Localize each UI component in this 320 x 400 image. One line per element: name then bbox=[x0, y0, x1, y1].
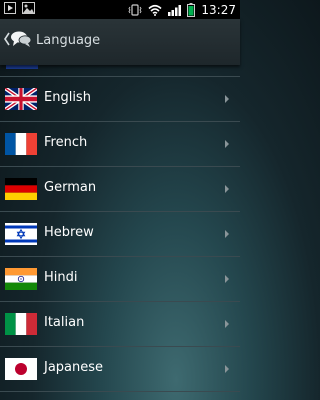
language-label: French bbox=[44, 135, 88, 150]
vibrate-icon bbox=[128, 3, 142, 16]
battery-icon bbox=[187, 2, 196, 17]
signal-icon bbox=[168, 4, 182, 16]
israel-flag-icon bbox=[5, 223, 37, 245]
speech-bubbles-icon bbox=[11, 31, 32, 47]
chevron-right-icon bbox=[225, 95, 229, 103]
language-list: English French German Hebrew Hindi Itali… bbox=[0, 65, 240, 392]
chevron-right-icon bbox=[225, 275, 229, 283]
uk-flag-icon bbox=[5, 88, 37, 110]
list-item-partial[interactable] bbox=[0, 65, 240, 77]
language-item-french[interactable]: French bbox=[0, 122, 240, 167]
germany-flag-icon bbox=[5, 178, 37, 200]
status-bar: 13:27 bbox=[0, 0, 240, 19]
italy-flag-icon bbox=[5, 313, 37, 335]
france-flag-icon bbox=[5, 133, 37, 155]
language-item-italian[interactable]: Italian bbox=[0, 302, 240, 347]
language-item-german[interactable]: German bbox=[0, 167, 240, 212]
page-title: Language bbox=[36, 33, 101, 48]
flag-partial bbox=[6, 65, 38, 69]
status-clock: 13:27 bbox=[201, 2, 236, 17]
wifi-icon bbox=[148, 4, 162, 16]
chevron-right-icon bbox=[225, 320, 229, 328]
language-item-hindi[interactable]: Hindi bbox=[0, 257, 240, 302]
language-label: Italian bbox=[44, 315, 85, 330]
chevron-right-icon bbox=[225, 365, 229, 373]
chevron-right-icon bbox=[225, 140, 229, 148]
action-bar: Language bbox=[0, 19, 240, 65]
language-label: German bbox=[44, 180, 97, 195]
language-label: Hindi bbox=[44, 270, 78, 285]
back-button[interactable] bbox=[4, 30, 32, 48]
language-item-english[interactable]: English bbox=[0, 77, 240, 122]
language-item-japanese[interactable]: Japanese bbox=[0, 347, 240, 392]
picture-icon bbox=[22, 2, 35, 14]
chevron-right-icon bbox=[225, 230, 229, 238]
india-flag-icon bbox=[5, 268, 37, 290]
language-label: Japanese bbox=[44, 360, 104, 375]
play-icon bbox=[4, 2, 16, 14]
chevron-right-icon bbox=[225, 185, 229, 193]
language-item-hebrew[interactable]: Hebrew bbox=[0, 212, 240, 257]
language-label: Hebrew bbox=[44, 225, 94, 240]
language-label: English bbox=[44, 90, 91, 105]
japan-flag-icon bbox=[5, 358, 37, 380]
